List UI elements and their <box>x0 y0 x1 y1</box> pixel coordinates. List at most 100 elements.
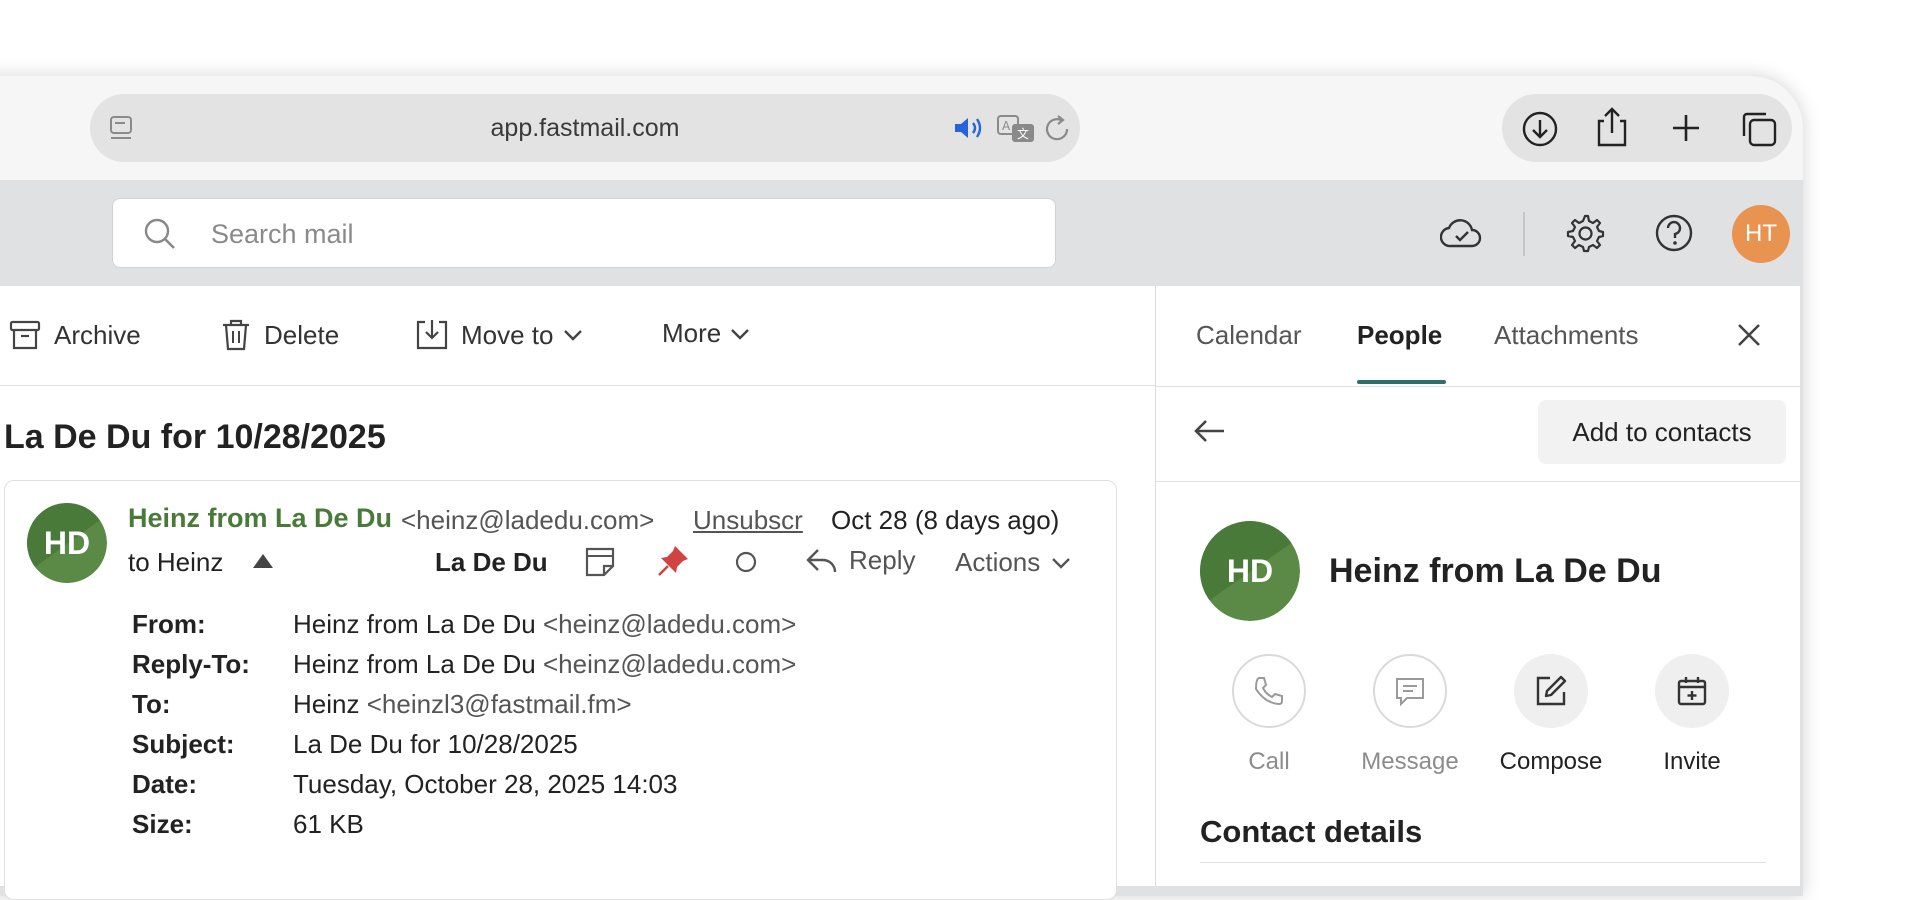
sender-avatar: HD <box>27 503 107 583</box>
calendar-plus-icon <box>1675 674 1709 708</box>
svg-text:A: A <box>1002 119 1011 133</box>
help-icon[interactable] <box>1654 213 1694 253</box>
header-divider <box>1523 212 1525 256</box>
gear-icon[interactable] <box>1565 213 1605 253</box>
call-label: Call <box>1248 748 1290 775</box>
svg-text:文: 文 <box>1017 126 1029 141</box>
to-email: <heinzl3@fastmail.fm> <box>366 689 632 719</box>
contact-name: Heinz from La De Du <box>1329 552 1662 590</box>
tab-calendar[interactable]: Calendar <box>1196 320 1302 351</box>
subject-value: La De Du for 10/28/2025 <box>293 729 578 759</box>
reply-to-email: <heinz@ladedu.com> <box>543 649 797 679</box>
contact-details-divider <box>1200 862 1766 863</box>
move-to-label: Move to <box>461 319 554 350</box>
collapse-details-icon[interactable] <box>252 552 274 570</box>
sender-initials: HD <box>43 524 91 561</box>
downloads-icon[interactable] <box>1522 111 1558 147</box>
pin-icon[interactable] <box>655 543 691 579</box>
active-tab-indicator <box>1357 380 1446 384</box>
unsubscribe-link[interactable]: Unsubscr <box>693 505 803 536</box>
more-label: More <box>662 318 722 348</box>
compose-button[interactable] <box>1514 654 1588 728</box>
sender-name-link[interactable]: Heinz from La De Du <box>128 503 392 534</box>
contact-avatar: HD <box>1200 521 1300 621</box>
compose-icon <box>1533 673 1569 709</box>
user-initials: HT <box>1745 220 1777 247</box>
tab-divider <box>1156 386 1800 387</box>
compose-label: Compose <box>1499 748 1603 775</box>
reply-icon <box>805 546 839 576</box>
archive-label: Archive <box>54 319 141 350</box>
trash-icon <box>220 318 252 352</box>
reply-to-value: Heinz from La De Du <heinz@ladedu.com> <box>293 649 796 680</box>
message-date-summary: Oct 28 (8 days ago) <box>831 505 1060 535</box>
delete-button[interactable]: Delete <box>220 318 339 352</box>
unread-toggle-icon[interactable] <box>733 549 759 575</box>
call-button[interactable] <box>1232 654 1306 728</box>
to-value: Heinz <heinzl3@fastmail.fm> <box>293 689 632 720</box>
chevron-down-icon <box>729 327 751 341</box>
browser-actions-group <box>1502 94 1792 162</box>
from-value: Heinz from La De Du <heinz@ladedu.com> <box>293 609 796 640</box>
from-label: From: <box>132 609 206 639</box>
chevron-down-icon <box>562 328 584 342</box>
search-input[interactable] <box>209 213 1033 255</box>
more-button[interactable]: More <box>662 318 751 349</box>
mailbox-label-tag[interactable]: La De Du <box>435 547 548 578</box>
move-to-button[interactable]: Move to <box>415 318 584 352</box>
reply-button[interactable]: Reply <box>805 545 915 576</box>
invite-label: Invite <box>1663 748 1721 775</box>
size-value: 61 KB <box>293 809 364 839</box>
message-button[interactable] <box>1373 654 1447 728</box>
tab-attachments[interactable]: Attachments <box>1494 320 1639 351</box>
delete-label: Delete <box>264 319 340 350</box>
contact-initials: HD <box>1226 552 1274 589</box>
archive-button[interactable]: Archive <box>8 318 141 352</box>
contact-details-heading: Contact details <box>1200 814 1423 849</box>
tab-people[interactable]: People <box>1357 320 1442 351</box>
date-label: Date: <box>132 769 198 799</box>
message-subject-title: La De Du for 10/28/2025 <box>4 418 386 456</box>
toolbar-divider <box>0 385 1155 386</box>
search-bar[interactable] <box>112 198 1056 268</box>
actions-label: Actions <box>955 547 1041 577</box>
add-to-contacts-button[interactable]: Add to contacts <box>1538 400 1786 464</box>
reply-to-name: Heinz from La De Du <box>293 649 536 679</box>
chevron-down-icon <box>1050 556 1072 570</box>
size-label: Size: <box>132 809 193 839</box>
chat-icon <box>1393 674 1427 708</box>
to-label: To: <box>132 689 171 719</box>
audio-playing-icon[interactable] <box>952 115 986 141</box>
back-arrow-icon[interactable] <box>1192 416 1228 446</box>
url-text: app.fastmail.com <box>490 114 680 142</box>
message-label: Message <box>1361 748 1459 775</box>
search-icon <box>143 217 177 251</box>
cloud-sync-icon[interactable] <box>1440 215 1482 251</box>
move-to-folder-icon <box>415 318 449 352</box>
invite-button[interactable] <box>1655 654 1729 728</box>
from-email: <heinz@ladedu.com> <box>543 609 797 639</box>
phone-icon <box>1252 674 1286 708</box>
reload-icon[interactable] <box>1044 114 1072 144</box>
add-to-contacts-label: Add to contacts <box>1572 416 1752 447</box>
reply-to-label: Reply-To: <box>132 649 250 679</box>
subject-label: Subject: <box>132 729 235 759</box>
note-icon[interactable] <box>583 545 617 579</box>
actions-menu-button[interactable]: Actions <box>955 547 1072 578</box>
to-name: Heinz <box>293 689 360 719</box>
from-name: Heinz from La De Du <box>293 609 536 639</box>
tab-overview-icon[interactable] <box>1740 110 1778 148</box>
contact-header-divider <box>1156 481 1800 482</box>
address-bar[interactable]: app.fastmail.com A文 <box>90 94 1080 162</box>
close-icon[interactable] <box>1735 321 1763 349</box>
sender-email: <heinz@ladedu.com> <box>401 505 655 535</box>
share-icon[interactable] <box>1594 106 1630 148</box>
recipient-summary: to Heinz <box>128 547 224 577</box>
new-tab-icon[interactable] <box>1670 112 1702 144</box>
reply-label: Reply <box>849 545 916 575</box>
archive-icon <box>8 318 42 352</box>
date-value: Tuesday, October 28, 2025 14:03 <box>293 769 678 799</box>
message-card: HD Heinz from La De Du <heinz@ladedu.com… <box>4 480 1117 900</box>
translate-icon[interactable]: A文 <box>996 114 1036 144</box>
user-avatar[interactable]: HT <box>1732 205 1790 263</box>
